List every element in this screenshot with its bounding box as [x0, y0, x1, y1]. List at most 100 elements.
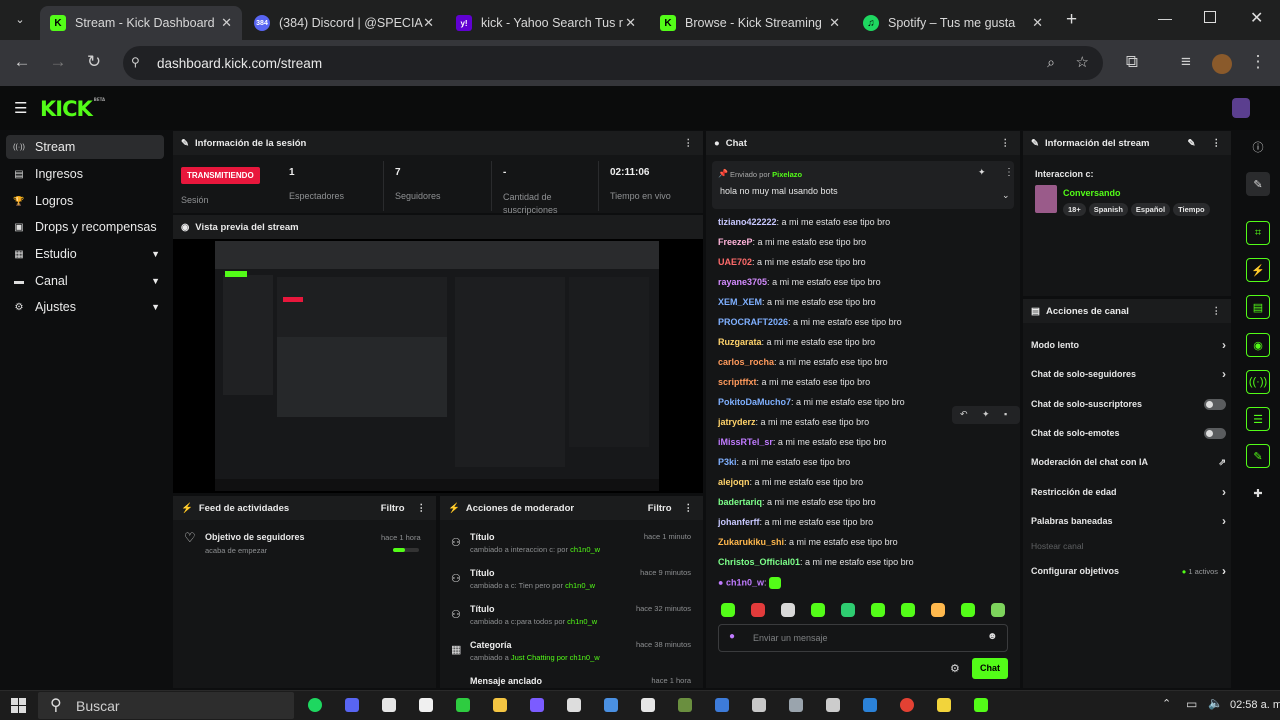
add-widget-icon[interactable]: ✚ — [1246, 481, 1270, 505]
sidebar-item-estudio[interactable]: ▦ Estudio ▼ — [6, 242, 164, 266]
spotify-taskbar-icon[interactable] — [308, 698, 322, 712]
chat-username[interactable]: badertariq — [718, 497, 762, 507]
sidebar-item-stream[interactable]: ((·)) Stream — [6, 135, 164, 159]
chat-message[interactable]: jatryderz: a mi me estafo ese tipo bro — [718, 417, 869, 427]
emotes-only-toggle[interactable] — [1204, 427, 1226, 439]
chat-message[interactable]: scriptffxt: a mi me estafo ese tipo bro — [718, 377, 870, 387]
category-name[interactable]: Conversando — [1063, 188, 1121, 198]
forward-icon[interactable]: → — [46, 52, 70, 72]
chat-icon[interactable]: ◉ — [1246, 333, 1270, 357]
tab-search-button[interactable]: ⌄ — [10, 10, 30, 30]
user-avatar[interactable] — [1232, 98, 1250, 118]
emote-button[interactable] — [871, 603, 885, 617]
chat-message[interactable]: carlos_rocha: a mi me estafo ese tipo br… — [718, 357, 888, 367]
reload-icon[interactable]: ↻ — [82, 52, 106, 72]
back-icon[interactable]: ← — [10, 52, 34, 72]
filter-button[interactable]: Filtro — [381, 503, 405, 514]
chat-username[interactable]: iMissRTel_sr — [718, 437, 773, 447]
close-tab-icon[interactable]: ✕ — [221, 15, 232, 31]
tab-discord[interactable]: 384 (384) Discord | @SPECIAL ✕ — [244, 6, 444, 40]
tab-yahoo-search[interactable]: y! kick - Yahoo Search Tus r ✕ — [446, 6, 646, 40]
chat-username[interactable]: Ruzgarata — [718, 337, 762, 347]
chat-send-button[interactable]: Chat — [972, 658, 1008, 679]
chat-message[interactable]: PROCRAFT2026: a mi me estafo ese tipo br… — [718, 317, 902, 327]
subs-only-toggle[interactable] — [1204, 398, 1226, 410]
app-taskbar-icon[interactable] — [604, 698, 618, 712]
tab-kick-dashboard[interactable]: K Stream - Kick Dashboard ✕ — [40, 6, 242, 40]
more-options-icon[interactable]: ⋮ — [684, 503, 694, 514]
network-icon[interactable]: ▭ — [1186, 697, 1197, 711]
chat-message[interactable]: UAE702: a mi me estafo ese tipo bro — [718, 257, 866, 267]
store-taskbar-icon[interactable] — [567, 698, 581, 712]
profile-avatar[interactable] — [1212, 54, 1232, 74]
clock-app-icon[interactable] — [419, 698, 433, 712]
minecraft-taskbar-icon[interactable] — [678, 698, 692, 712]
subs-only-row[interactable]: Chat de solo-suscriptores — [1031, 396, 1226, 412]
folder-taskbar-icon[interactable] — [493, 698, 507, 712]
chat-message[interactable]: badertariq: a mi me estafo ese tipo bro — [718, 497, 876, 507]
close-tab-icon[interactable]: ✕ — [423, 15, 434, 31]
chat-message[interactable]: Ruzgarata: a mi me estafo ese tipo bro — [718, 337, 875, 347]
chrome-taskbar-icon[interactable] — [900, 698, 914, 712]
windows-start-icon[interactable] — [11, 698, 26, 713]
chevron-down-icon[interactable]: ⌄ — [1002, 190, 1010, 201]
emote-button[interactable] — [931, 603, 945, 617]
obs-taskbar-icon[interactable] — [382, 698, 396, 712]
app-taskbar-icon[interactable] — [715, 698, 729, 712]
new-tab-button[interactable]: + — [1066, 9, 1077, 31]
chat-message[interactable]: Zukarukiku_shi: a mi me estafo ese tipo … — [718, 537, 898, 547]
media-control-icon[interactable]: ≡ — [1174, 52, 1198, 72]
emote-button[interactable] — [841, 603, 855, 617]
steam-taskbar-icon[interactable] — [789, 698, 803, 712]
wrench-icon[interactable]: ✎ — [1246, 444, 1270, 468]
pin-icon[interactable]: ✦ — [982, 409, 990, 420]
more-options-icon[interactable]: ⋮ — [684, 138, 694, 149]
chat-message[interactable]: PokitoDaMucho7: a mi me estafo ese tipo … — [718, 397, 905, 407]
followers-only-row[interactable]: Chat de solo-seguidores › — [1031, 366, 1226, 382]
emote-button[interactable] — [781, 603, 795, 617]
clock[interactable]: 02:58 a. m. — [1230, 699, 1280, 711]
chat-username[interactable]: scriptffxt — [718, 377, 757, 387]
kick-logo[interactable]: KICK BETA — [40, 97, 105, 121]
bolt-action-icon[interactable]: ⚡ — [1246, 258, 1270, 282]
restore-window-icon[interactable] — [1204, 11, 1216, 23]
chat-settings-icon[interactable]: ⚙ — [950, 662, 960, 675]
age-restriction-row[interactable]: Restricción de edad › — [1031, 484, 1226, 500]
app-taskbar-icon[interactable] — [863, 698, 877, 712]
volume-icon[interactable]: 🔈 — [1208, 696, 1223, 710]
emote-button[interactable] — [811, 603, 825, 617]
edit-pencil-icon[interactable]: ✎ — [1246, 172, 1270, 196]
chat-username[interactable]: alejoqn — [718, 477, 750, 487]
sidebar-item-ingresos[interactable]: ▤ Ingresos — [6, 162, 164, 186]
chat-message[interactable]: rayane3705: a mi me estafo ese tipo bro — [718, 277, 881, 287]
reply-icon[interactable]: ↶ — [960, 409, 968, 420]
more-options-icon[interactable]: ⋮ — [1004, 167, 1014, 178]
sidebar-item-ajustes[interactable]: ⚙ Ajustes ▼ — [6, 295, 164, 319]
app-taskbar-icon[interactable] — [974, 698, 988, 712]
chat-message[interactable]: P3ki: a mi me estafo ese tipo bro — [718, 457, 850, 467]
chat-username[interactable]: carlos_rocha — [718, 357, 774, 367]
sidebar-item-canal[interactable]: ▬ Canal ▼ — [6, 269, 164, 293]
chat-message[interactable]: johanferff: a mi me estafo ese tipo bro — [718, 517, 873, 527]
chat-username[interactable]: UAE702 — [718, 257, 752, 267]
goals-row[interactable]: Configurar objetivos ● 1 activos › — [1031, 563, 1226, 579]
pinned-message[interactable]: 📌 Enviado por Pixelazo hola no muy mal u… — [712, 161, 1014, 209]
document-icon[interactable]: ▤ — [1246, 295, 1270, 319]
emote-button[interactable] — [991, 603, 1005, 617]
taskbar-search[interactable]: ⚲ Buscar — [38, 692, 294, 719]
filter-button[interactable]: Filtro — [648, 503, 672, 514]
chat-username[interactable]: rayane3705 — [718, 277, 767, 287]
close-tab-icon[interactable]: ✕ — [829, 15, 840, 31]
more-options-icon[interactable]: ⋮ — [417, 503, 427, 514]
tab-kick-browse[interactable]: K Browse - Kick Streaming ✕ — [650, 6, 850, 40]
clip-icon[interactable]: ⌗ — [1246, 221, 1270, 245]
stream-video[interactable] — [215, 241, 659, 491]
chat-username[interactable]: P3ki — [718, 457, 737, 467]
info-icon[interactable]: ⓘ — [1246, 135, 1270, 159]
banned-words-row[interactable]: Palabras baneadas › — [1031, 513, 1226, 529]
discord-taskbar-icon[interactable] — [345, 698, 359, 712]
chat-username[interactable]: PokitoDaMucho7 — [718, 397, 791, 407]
app-taskbar-icon[interactable] — [752, 698, 766, 712]
browser-menu-icon[interactable]: ⋮ — [1246, 52, 1270, 72]
chat-username[interactable]: XEM_XEM — [718, 297, 762, 307]
